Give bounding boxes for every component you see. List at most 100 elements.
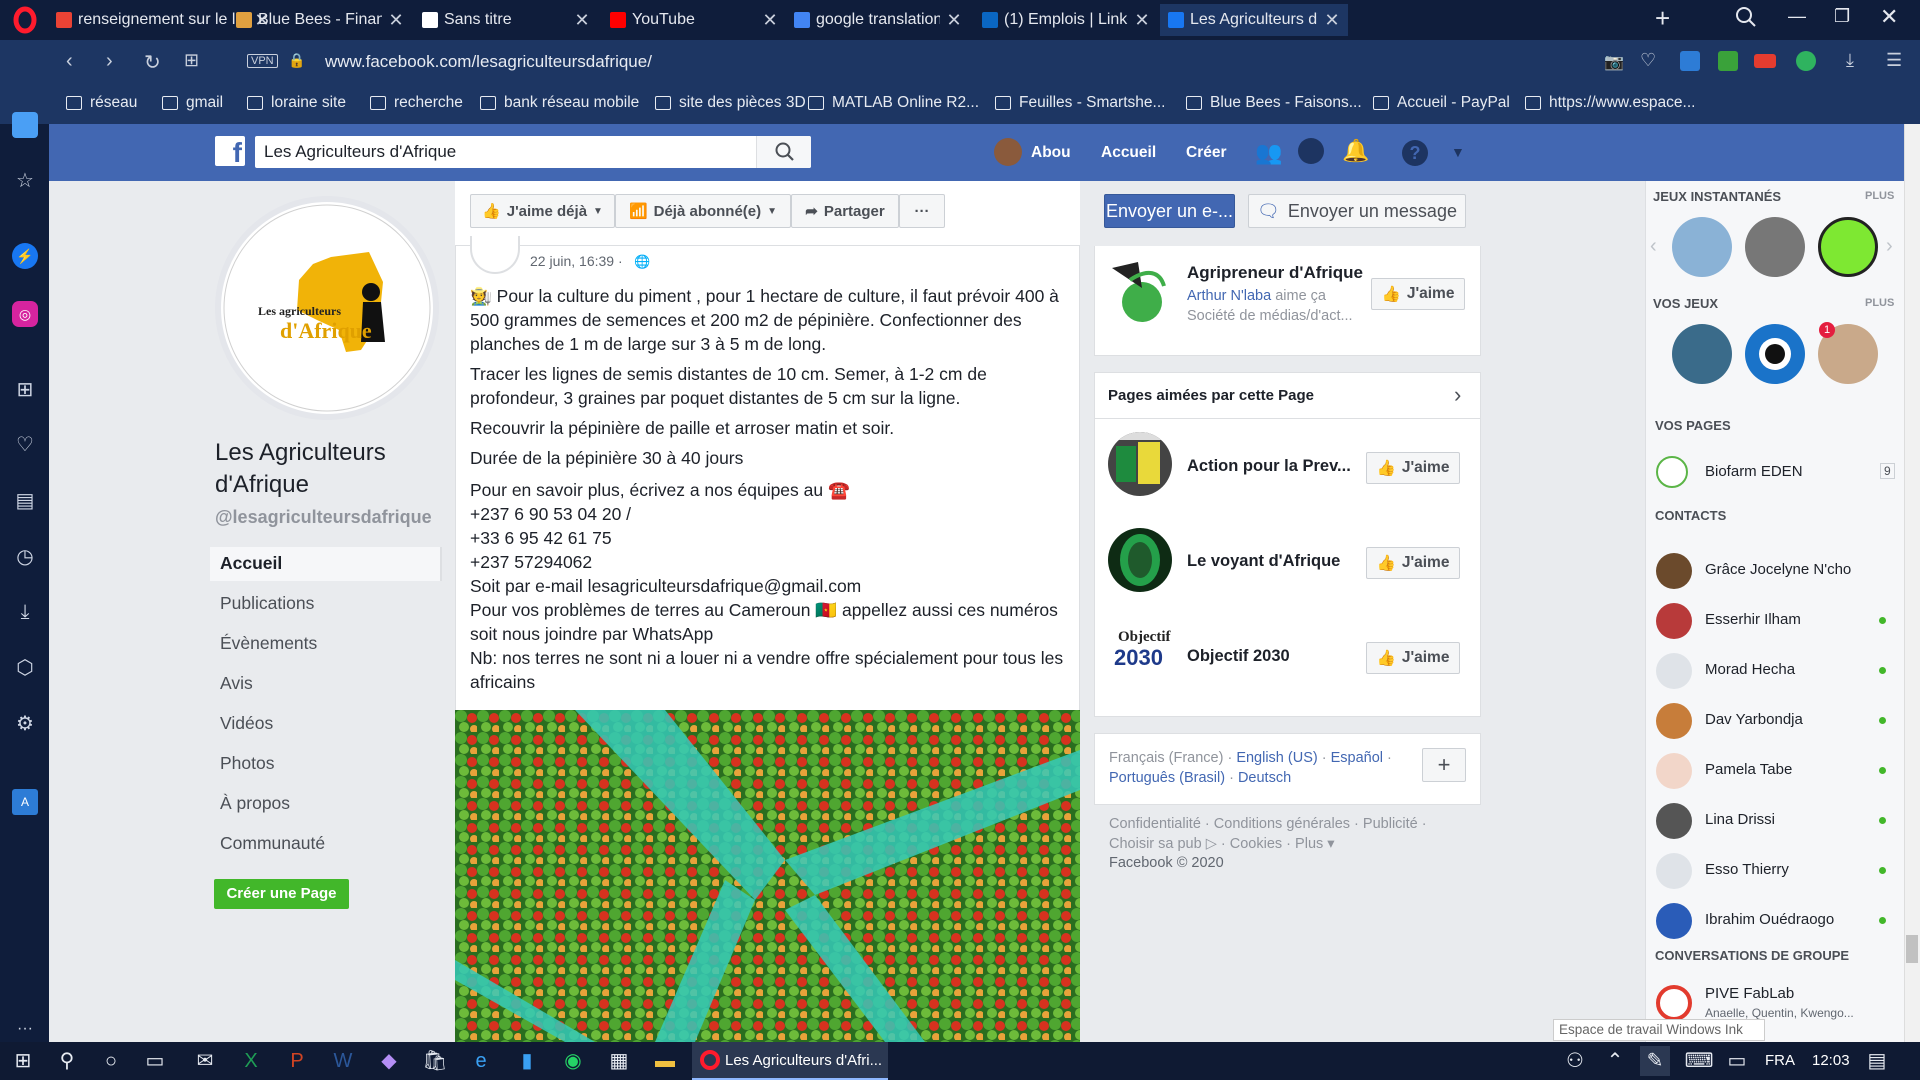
voyant-logo[interactable] [1108,528,1172,592]
contact-name[interactable]: Esserhir Ilham [1705,611,1801,628]
game-avatar-1[interactable] [1672,217,1732,277]
agripreneur-logo[interactable] [1108,258,1172,328]
page-scrollbar[interactable] [1904,124,1920,1042]
liked-page-name[interactable]: Objectif 2030 [1187,647,1357,666]
game-avatar-2[interactable] [1745,217,1805,277]
bookmark-item[interactable]: Accueil - PayPal [1373,92,1510,114]
friend-requests-icon[interactable]: 👥 [1255,140,1282,166]
add-language-button[interactable]: + [1422,748,1466,782]
tabs-grid-icon[interactable]: ⊞ [184,50,199,71]
extensions-icon[interactable]: ⬡ [12,655,38,681]
footer-link[interactable]: Conditions générales [1214,816,1350,832]
download-ext-icon[interactable] [1718,51,1738,71]
chevron-right-icon[interactable]: › [1454,382,1461,408]
translate-sidebar-icon[interactable]: A [12,789,38,815]
bookmark-item[interactable]: réseau [66,92,137,114]
bookmark-item[interactable]: site des pièces 3D [655,92,806,114]
liked-pages-title[interactable]: Pages aimées par cette Page [1108,387,1314,404]
my-game-2[interactable] [1745,324,1805,384]
liked-page-name[interactable]: Le voyant d'Afrique [1187,552,1357,571]
mail-app-icon[interactable]: ✉ [190,1046,220,1076]
account-menu-icon[interactable]: ▼ [1451,144,1465,160]
fb-home-link[interactable]: Accueil [1101,144,1156,162]
user-avatar[interactable] [994,138,1022,166]
calendar-icon[interactable]: ▦ [604,1046,634,1076]
liked-button[interactable]: 👍 J'aime déjà ▼ [470,194,615,228]
youtube-ext-icon[interactable] [1754,54,1776,68]
post-date[interactable]: 22 juin, 16:39 · [530,253,623,269]
contact-name[interactable]: Ibrahim Ouédraogo [1705,911,1834,928]
explorer-icon[interactable]: ▬ [650,1046,680,1076]
camera-icon[interactable]: 📷 [1604,52,1624,72]
send-message-button[interactable]: 🗨 Envoyer un message [1248,194,1466,228]
footer-link[interactable]: Publicité [1363,816,1418,832]
action-prev-logo[interactable] [1108,432,1172,496]
tab-close-icon[interactable]: ✕ [1134,10,1150,31]
input-language[interactable]: FRA [1765,1052,1795,1069]
restore-icon[interactable]: ❐ [1834,6,1854,26]
edge-icon[interactable]: e [466,1046,496,1076]
biofarm-name[interactable]: Biofarm EDEN [1705,463,1803,480]
page-nav-item[interactable]: À propos [220,793,290,814]
contact-avatar[interactable] [1656,653,1692,689]
search-icon[interactable] [1735,6,1757,28]
more-sidebar-icon[interactable]: ··· [12,1016,38,1042]
ink-workspace-icon[interactable]: ✎ [1640,1046,1670,1076]
close-window-icon[interactable]: ✕ [1880,4,1900,29]
tab-close-icon[interactable]: ✕ [1324,10,1340,31]
more-actions-button[interactable]: ··· [899,194,945,228]
notification-center-icon[interactable]: ▤ [1862,1046,1892,1076]
fb-create-link[interactable]: Créer [1186,144,1227,162]
biofarm-avatar[interactable] [1656,456,1688,488]
heart-icon[interactable]: ♡ [1640,50,1656,71]
footer-link[interactable]: Confidentialité [1109,816,1201,832]
news-icon[interactable]: ▤ [12,488,38,514]
back-icon[interactable]: ‹ [66,50,73,73]
bookmark-item[interactable]: MATLAB Online R2... [808,92,979,114]
liker-link[interactable]: Arthur N'laba [1187,288,1271,304]
translate-ext-icon[interactable] [1680,51,1700,71]
contact-name[interactable]: Dav Yarbondja [1705,711,1803,728]
page-nav-item[interactable]: Publications [220,593,314,614]
language-link[interactable]: Deutsch [1238,770,1291,786]
messenger-notif-icon[interactable] [1298,138,1324,164]
like-page-button[interactable]: 👍 J'aime [1366,642,1460,674]
windows-start-icon[interactable]: ⊞ [8,1046,38,1076]
task-view-icon[interactable]: ▭ [140,1046,170,1076]
chevron-left-icon[interactable]: ‹ [1650,235,1657,258]
taskbar-search-icon[interactable]: ⚲ [52,1046,82,1076]
browser-tab[interactable]: Blue Bees - Finançons un ✕ [228,4,412,36]
like-agripreneur-button[interactable]: 👍 J'aime [1371,278,1465,310]
create-page-button[interactable]: Créer une Page [214,879,349,909]
history-icon[interactable]: ◷ [12,544,38,570]
word-icon[interactable]: W [328,1046,358,1076]
messenger-icon[interactable]: ⚡ [12,243,38,269]
bookmark-item[interactable]: recherche [370,92,463,114]
display-icon[interactable]: ▭ [1722,1046,1752,1076]
footer-link[interactable]: Cookies [1230,836,1282,852]
tab-close-icon[interactable]: ✕ [946,10,962,31]
objectif-logo[interactable]: Objectif 2030 [1108,628,1172,678]
game-avatar-3[interactable] [1818,217,1878,277]
contact-avatar[interactable] [1656,903,1692,939]
browser-tab[interactable]: Les Agriculteurs d'Afriqu ✕ [1160,4,1348,36]
fb-user-link[interactable]: Abou [1031,144,1071,162]
contact-avatar[interactable] [1656,753,1692,789]
facebook-logo-icon[interactable]: f [215,136,245,168]
bookmark-item[interactable]: Feuilles - Smartshe... [995,92,1165,114]
cortana-icon[interactable]: ○ [96,1046,126,1076]
share-button[interactable]: ➦ Partager [791,194,899,228]
liked-page-name[interactable]: Action pour la Prev... [1187,457,1357,476]
contact-avatar[interactable] [1656,703,1692,739]
group-name[interactable]: PIVE FabLab [1705,985,1794,1002]
scrollbar-thumb[interactable] [1906,935,1918,963]
contact-name[interactable]: Grâce Jocelyne N'cho [1705,561,1851,578]
phone-app-icon[interactable]: ▮ [512,1046,542,1076]
whatsapp-icon[interactable]: ◉ [558,1046,588,1076]
fb-search-button[interactable] [756,136,811,168]
footer-link[interactable]: Choisir sa pub [1109,836,1202,852]
bookmark-item[interactable]: bank réseau mobile [480,92,639,114]
language-link[interactable]: Français (France) [1109,750,1223,766]
apps-icon[interactable]: ⊞ [12,377,38,403]
contact-name[interactable]: Esso Thierry [1705,861,1789,878]
